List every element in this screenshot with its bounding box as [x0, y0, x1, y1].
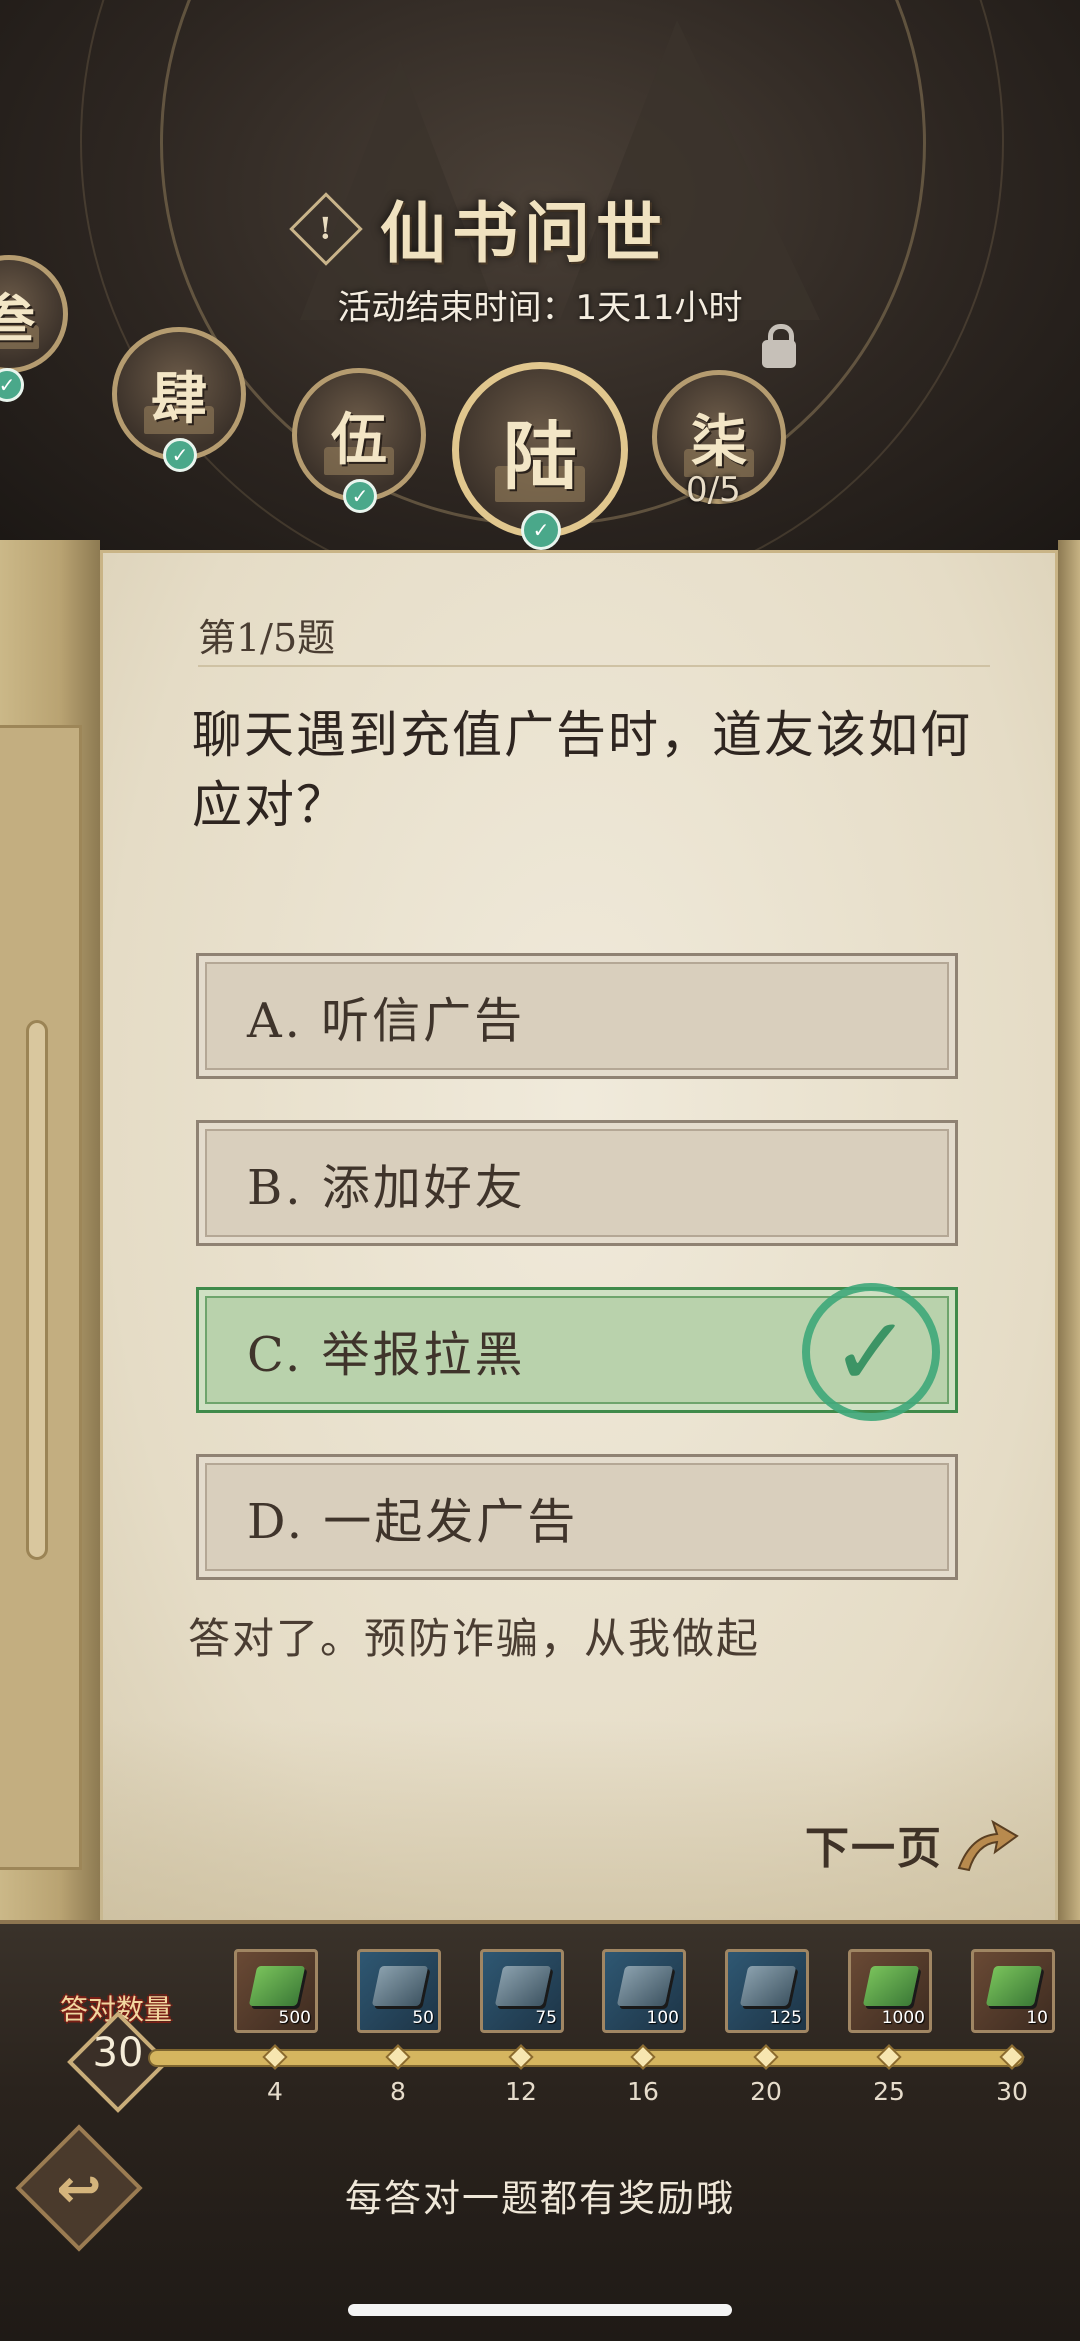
reward-item-icon [616, 1966, 674, 2006]
right-frame [1058, 540, 1080, 1940]
curved-arrow-icon [951, 1814, 1021, 1874]
check-icon: ✓ [163, 438, 197, 472]
reward-quantity: 75 [535, 2008, 557, 2028]
option-a[interactable]: A. 听信广告 [196, 953, 958, 1079]
reward-item[interactable]: 500 [234, 1949, 318, 2033]
event-title: 仙书问世 [380, 194, 668, 272]
reward-item[interactable]: 50 [357, 1949, 441, 2033]
milestone-number: 4 [267, 2077, 283, 2106]
option-label: C. 举报拉黑 [247, 1327, 526, 1383]
option-d[interactable]: D. 一起发广告 [196, 1454, 958, 1580]
milestone-number: 16 [627, 2077, 659, 2106]
chapter-label: 伍 [331, 406, 387, 473]
reward-item[interactable]: 75 [480, 1949, 564, 2033]
reward-quantity: 1000 [881, 2008, 925, 2028]
reward-item-icon [494, 1966, 552, 2006]
chapter-label: 肆 [151, 365, 207, 432]
reward-quantity: 500 [278, 2008, 311, 2028]
check-icon: ✓ [521, 510, 561, 550]
scrollbar[interactable] [26, 1020, 48, 1560]
divider [198, 665, 990, 667]
chapter-label: 叁 [0, 288, 35, 350]
reward-item-icon [248, 1966, 306, 2006]
answer-feedback: 答对了。预防诈骗，从我做起 [188, 1614, 761, 1663]
home-indicator[interactable] [348, 2304, 732, 2316]
reward-item[interactable]: 1000 [848, 1949, 932, 2033]
reward-item[interactable]: 100 [602, 1949, 686, 2033]
bottom-hint: 每答对一题都有奖励哦 [345, 2177, 735, 2220]
chapter-label: 柒 [691, 408, 747, 475]
question-text: 聊天遇到充值广告时，道友该如何应对？ [192, 706, 972, 834]
reward-item[interactable]: 125 [725, 1949, 809, 2033]
reward-item-icon [739, 1966, 797, 2006]
milestone-number: 25 [873, 2077, 905, 2106]
correct-count-value: 30 [92, 2030, 144, 2076]
reward-quantity: 100 [646, 2008, 679, 2028]
reward-item-icon [371, 1966, 429, 2006]
option-b[interactable]: B. 添加好友 [196, 1120, 958, 1246]
next-page-button[interactable]: 下一页 [805, 1812, 1021, 1876]
milestone-number: 8 [390, 2077, 406, 2106]
check-icon: ✓ [343, 479, 377, 513]
option-label: D. 一起发广告 [247, 1494, 579, 1550]
correct-check-icon: ✓ [802, 1283, 940, 1421]
reward-item-icon [985, 1966, 1043, 2006]
chapter-progress: 0/5 [686, 470, 741, 510]
milestone-number: 12 [505, 2077, 537, 2106]
reward-quantity: 125 [769, 2008, 802, 2028]
next-page-label: 下一页 [805, 1823, 943, 1874]
option-label: B. 添加好友 [247, 1160, 526, 1216]
question-number: 第1/5题 [198, 616, 336, 660]
milestone-number: 30 [996, 2077, 1028, 2106]
lock-icon [762, 324, 796, 368]
option-label: A. 听信广告 [247, 993, 526, 1049]
reward-quantity: 50 [412, 2008, 434, 2028]
reward-quantity: 10 [1026, 2008, 1048, 2028]
reward-item[interactable]: 10 [971, 1949, 1055, 2033]
reward-item-icon [862, 1966, 920, 2006]
event-end-time: 活动结束时间：1天11小时 [337, 288, 743, 328]
milestone-number: 20 [750, 2077, 782, 2106]
chapter-label: 陆 [503, 413, 577, 500]
